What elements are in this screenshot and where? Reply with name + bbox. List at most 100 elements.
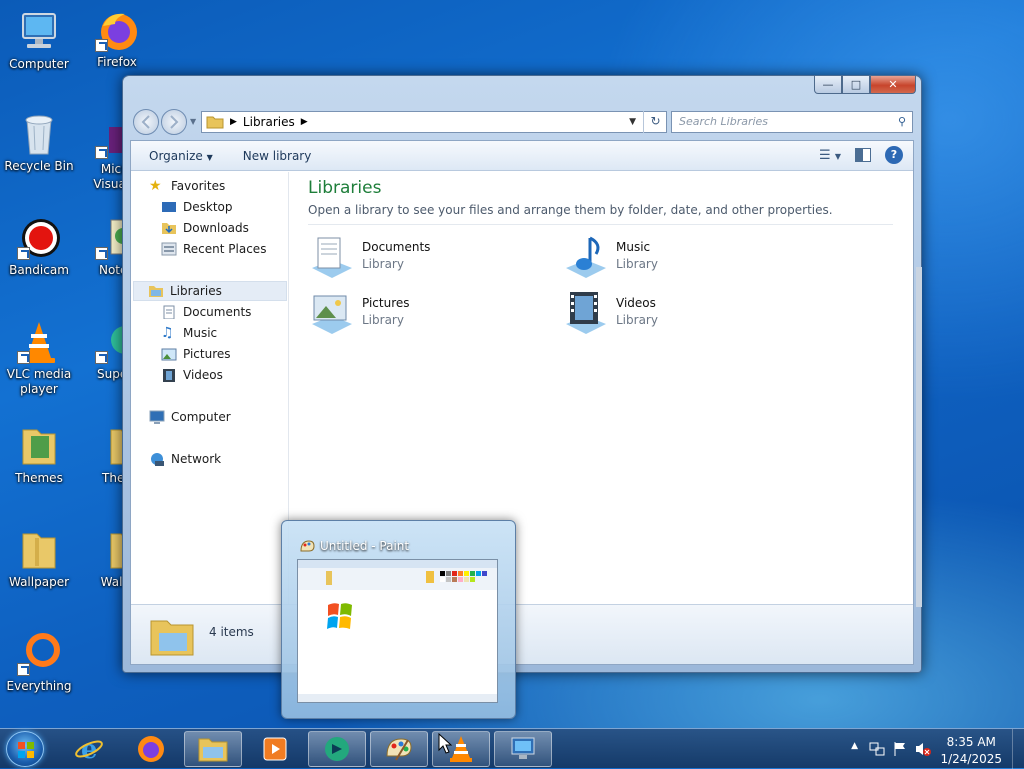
forward-arrow-icon: [170, 115, 179, 129]
taskbar-thumbnail-preview[interactable]: Untitled - Paint: [281, 520, 516, 719]
nav-favorites[interactable]: ★ Favorites: [149, 176, 225, 196]
desktop-icon-themes[interactable]: Themes: [0, 424, 78, 486]
downloads-folder-icon: [162, 223, 176, 234]
clock[interactable]: 8:35 AM 1/24/2025: [940, 734, 1002, 768]
shortcut-arrow-icon: [95, 351, 108, 364]
music-note-icon: ♫: [161, 325, 174, 341]
help-button[interactable]: ?: [885, 146, 903, 164]
windows-logo-icon: [18, 742, 34, 758]
desktop-icon-bandicam[interactable]: Bandicam: [0, 216, 78, 278]
show-desktop-button[interactable]: [1012, 729, 1024, 769]
library-documents[interactable]: Documents Library: [308, 232, 548, 282]
minimize-button[interactable]: —: [814, 76, 842, 94]
nav-computer[interactable]: Computer: [149, 407, 231, 427]
firefox-icon: [95, 8, 139, 52]
shortcut-arrow-icon: [17, 663, 30, 676]
navigation-pane: ★ Favorites Desktop Downloads Recent Pla…: [131, 172, 289, 604]
music-library-icon: [566, 236, 606, 278]
breadcrumb-libraries[interactable]: Libraries: [243, 115, 295, 129]
nav-recent-places[interactable]: Recent Places: [161, 239, 266, 259]
desktop-icon-firefox[interactable]: Firefox: [78, 8, 156, 70]
network-icon: [151, 453, 164, 466]
pictures-library-icon: [312, 295, 352, 334]
back-button[interactable]: [133, 109, 159, 135]
library-music[interactable]: Music Library: [562, 232, 802, 282]
search-icon: ⚲: [897, 115, 906, 128]
taskbar-internet-explorer[interactable]: e: [60, 731, 118, 767]
desktop-icon-computer[interactable]: Computer: [0, 10, 78, 72]
item-count: 4 items: [209, 625, 254, 639]
star-icon: ★: [149, 178, 162, 194]
nav-desktop[interactable]: Desktop: [161, 197, 233, 217]
forward-button[interactable]: [161, 109, 187, 135]
library-videos[interactable]: Videos Library: [562, 288, 802, 338]
refresh-icon: ↻: [650, 114, 661, 128]
taskbar-remote-desktop[interactable]: [494, 731, 552, 767]
action-center-flag-icon[interactable]: [892, 741, 908, 757]
close-button[interactable]: ✕: [870, 76, 916, 94]
paint-icon: [300, 540, 315, 552]
page-title: Libraries: [308, 178, 382, 198]
explorer-client-area: Organize ▼ New library ☰ ▼ ? ★ Favorites…: [130, 140, 914, 665]
window-edge-scrollbar[interactable]: [916, 267, 922, 607]
new-library-button[interactable]: New library: [243, 149, 312, 163]
nav-libraries[interactable]: Libraries: [133, 281, 287, 301]
taskbar-media-player[interactable]: [246, 731, 304, 767]
svg-text:e: e: [81, 735, 98, 764]
page-description: Open a library to see your files and arr…: [308, 203, 833, 217]
videos-icon: [163, 369, 175, 382]
maximize-button[interactable]: □: [842, 76, 870, 94]
organize-button[interactable]: Organize ▼: [149, 149, 213, 163]
close-icon: ✕: [888, 78, 898, 91]
change-view-button[interactable]: ☰ ▼: [819, 148, 841, 163]
library-pictures[interactable]: Pictures Library: [308, 288, 548, 338]
desktop-icon-everything[interactable]: Everything: [0, 632, 78, 694]
taskbar-app-green[interactable]: [308, 731, 366, 767]
nav-videos[interactable]: Videos: [161, 365, 223, 385]
firefox-icon: [138, 736, 164, 762]
minimize-icon: —: [822, 78, 834, 91]
window-controls: — □ ✕: [814, 76, 916, 94]
shortcut-arrow-icon: [17, 247, 30, 260]
address-dropdown-icon[interactable]: ▼: [629, 117, 636, 127]
command-bar: Organize ▼ New library ☰ ▼ ?: [131, 141, 913, 171]
documents-library-icon: [312, 237, 352, 278]
taskbar-windows-explorer[interactable]: [184, 731, 242, 767]
recent-pages-dropdown-icon[interactable]: ▼: [190, 117, 196, 126]
shortcut-arrow-icon: [95, 39, 108, 52]
computer-icon: [149, 410, 165, 424]
paint-icon: [386, 738, 412, 761]
desktop-icon-vlc[interactable]: VLC media player: [0, 320, 78, 397]
shortcut-arrow-icon: [95, 146, 108, 159]
show-hidden-icons-button[interactable]: ▲: [851, 741, 858, 751]
refresh-button[interactable]: ↻: [643, 111, 667, 133]
search-input[interactable]: Search Libraries ⚲: [671, 111, 913, 133]
nav-downloads[interactable]: Downloads: [161, 218, 249, 238]
divider: [308, 224, 893, 225]
nav-network[interactable]: Network: [149, 449, 221, 469]
desktop-icon-recycle-bin[interactable]: Recycle Bin: [0, 112, 78, 174]
nav-pictures[interactable]: Pictures: [161, 344, 231, 364]
network-tray-icon[interactable]: [868, 741, 886, 757]
maximize-icon: □: [850, 78, 862, 91]
nav-documents[interactable]: Documents: [161, 302, 251, 322]
taskbar-firefox[interactable]: [122, 731, 180, 767]
start-button[interactable]: [6, 731, 44, 767]
everything-icon: [17, 632, 61, 676]
shortcut-arrow-icon: [95, 247, 108, 260]
mouse-cursor-icon: [438, 733, 453, 754]
preview-title: Untitled - Paint: [320, 539, 410, 553]
help-icon: ?: [890, 148, 898, 161]
desktop-icon-wallpaper[interactable]: Wallpaper: [0, 528, 78, 590]
explorer-window: — □ ✕ ▼ ▶ Libraries ▶ ▼ ↻ Search Librari…: [122, 75, 922, 673]
volume-muted-icon[interactable]: [914, 741, 932, 757]
clock-date: 1/24/2025: [940, 752, 1002, 766]
nav-music[interactable]: ♫ Music: [161, 323, 217, 343]
breadcrumb-chevron-icon[interactable]: ▶: [301, 117, 308, 127]
address-bar[interactable]: ▶ Libraries ▶ ▼: [201, 111, 667, 133]
taskbar-paint[interactable]: [370, 731, 428, 767]
back-arrow-icon: [141, 115, 150, 129]
computer-icon: [17, 10, 61, 54]
media-player-icon: [263, 737, 287, 761]
preview-pane-button[interactable]: [855, 148, 871, 162]
